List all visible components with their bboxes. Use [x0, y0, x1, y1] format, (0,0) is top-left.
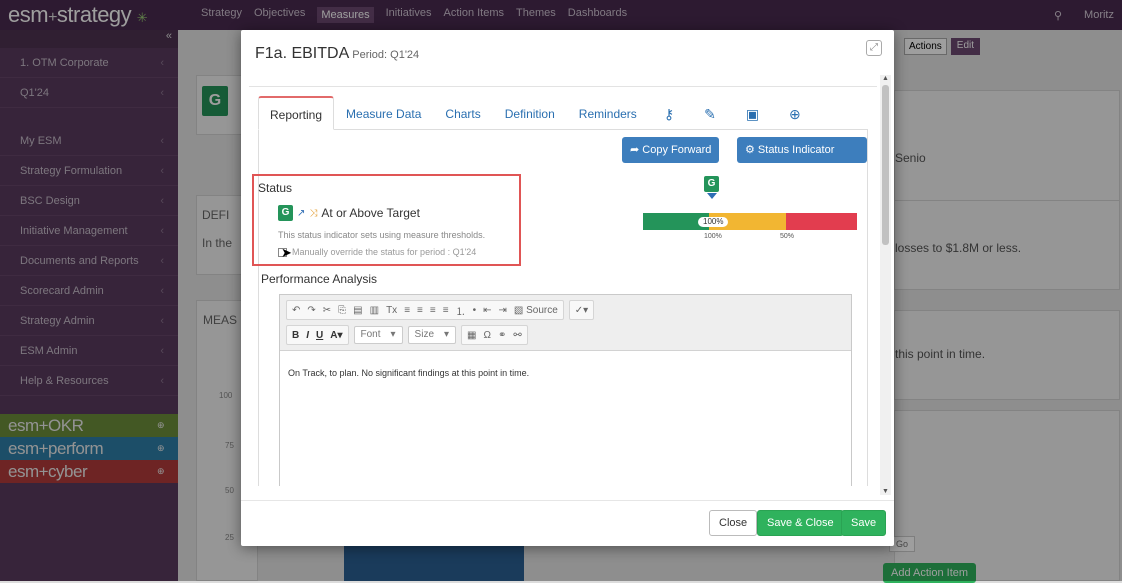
shuffle-icon: ⤨	[309, 207, 318, 219]
key-icon[interactable]: ⚷	[649, 96, 689, 130]
performance-analysis-heading: Performance Analysis	[261, 272, 378, 286]
status-indicator-setup-button[interactable]: ⚙ Status Indicator Setup	[737, 137, 867, 182]
text-color-icon[interactable]: A▾	[330, 330, 342, 341]
cut-icon[interactable]: ✂	[323, 305, 331, 316]
tab-definition[interactable]: Definition	[493, 96, 567, 130]
special-char-icon[interactable]: Ω	[483, 330, 490, 341]
tab-reminders[interactable]: Reminders	[567, 96, 649, 130]
gauge-badge: G	[704, 176, 719, 192]
measure-modal: F1a. EBITDA Period: Q1'24 ⤢ Reporting Mea…	[241, 30, 894, 546]
underline-icon[interactable]: U	[316, 330, 323, 341]
override-label: Manually override the status for period …	[292, 247, 477, 257]
outdent-icon[interactable]: ⇤	[483, 305, 491, 316]
reporting-panel: ➦ Copy Forward ⚙ Status Indicator Setup …	[252, 130, 868, 486]
table-icon[interactable]: ▦	[467, 330, 476, 341]
redo-icon[interactable]: ↷	[307, 305, 315, 316]
tab-bar: Reporting Measure Data Charts Definition…	[258, 96, 868, 130]
justify-icon[interactable]: ≡	[443, 305, 449, 316]
source-button[interactable]: ▧ Source	[514, 305, 558, 316]
mouse-cursor: ➤	[281, 245, 292, 260]
copy-forward-button[interactable]: ➦ Copy Forward	[622, 137, 720, 163]
paste-text-icon[interactable]: ▥	[370, 305, 379, 316]
gauge-marker: G	[704, 175, 719, 199]
trend-up-icon: ↗	[297, 207, 306, 219]
link-icon[interactable]: ⚭	[498, 330, 506, 341]
status-label: At or Above Target	[321, 206, 420, 220]
font-select[interactable]: Font ▾	[353, 326, 403, 344]
status-heading: Status	[258, 181, 293, 195]
gauge-tick-left: 100%	[704, 233, 722, 240]
align-center-icon[interactable]: ≡	[417, 305, 423, 316]
modal-scrollbar[interactable]: ▲ ▼	[880, 75, 891, 495]
close-button[interactable]: Close	[709, 510, 758, 536]
save-button[interactable]: Save	[841, 510, 887, 536]
status-section: Status G ↗ ⤨ At or Above Target This sta…	[252, 174, 521, 266]
spellcheck-icon[interactable]: ✓▾	[568, 300, 595, 320]
paperclip-icon[interactable]: ✎	[689, 96, 731, 130]
bullet-list-icon[interactable]: •	[473, 305, 477, 316]
override-row: Manually override the status for period …	[278, 247, 476, 257]
status-indicator: G ↗ ⤨ At or Above Target	[278, 205, 420, 221]
status-badge: G	[278, 205, 293, 221]
lifebuoy-icon[interactable]: ⊕	[774, 96, 816, 130]
rich-text-editor: ↶ ↷ ✂ ⎘ ▤ ▥ Tx ≡ ≡ ≡ ≡ ⒈ • ⇤ ⇥ ▧ Source …	[279, 294, 852, 486]
expand-icon[interactable]: ⤢	[866, 40, 882, 56]
align-right-icon[interactable]: ≡	[430, 305, 436, 316]
copy-icon[interactable]: ⎘	[338, 305, 346, 316]
gauge-value: 100%	[698, 217, 729, 227]
modal-title: F1a. EBITDA Period: Q1'24	[255, 45, 420, 62]
editor-content[interactable]: On Track, to plan. No significant findin…	[280, 351, 851, 395]
tab-charts[interactable]: Charts	[433, 96, 492, 130]
bold-icon[interactable]: B	[292, 330, 299, 341]
gauge-segment-red	[786, 213, 857, 230]
editor-toolbar: ↶ ↷ ✂ ⎘ ▤ ▥ Tx ≡ ≡ ≡ ≡ ⒈ • ⇤ ⇥ ▧ Source …	[280, 295, 851, 351]
size-select[interactable]: Size ▾	[407, 326, 457, 344]
archive-icon[interactable]: ▣	[731, 96, 774, 130]
paste-icon[interactable]: ▤	[353, 305, 362, 316]
modal-body: Reporting Measure Data Charts Definition…	[249, 86, 877, 486]
status-gauge: 100% 100% 50%	[643, 199, 857, 240]
remove-format-icon[interactable]: Tx	[386, 305, 397, 316]
tab-measure-data[interactable]: Measure Data	[334, 96, 433, 130]
status-note: This status indicator sets using measure…	[278, 230, 486, 240]
save-close-button[interactable]: Save & Close	[757, 510, 844, 536]
italic-icon[interactable]: I	[306, 330, 309, 341]
gauge-tick-right: 50%	[780, 233, 795, 240]
undo-icon[interactable]: ↶	[292, 305, 300, 316]
numbered-list-icon[interactable]: ⒈	[456, 303, 466, 318]
modal-footer: Close Save & Close Save	[241, 500, 894, 546]
indent-icon[interactable]: ⇥	[498, 305, 506, 316]
unlink-icon[interactable]: ⚯	[513, 330, 521, 341]
align-left-icon[interactable]: ≡	[404, 305, 410, 316]
tab-reporting[interactable]: Reporting	[258, 96, 335, 130]
